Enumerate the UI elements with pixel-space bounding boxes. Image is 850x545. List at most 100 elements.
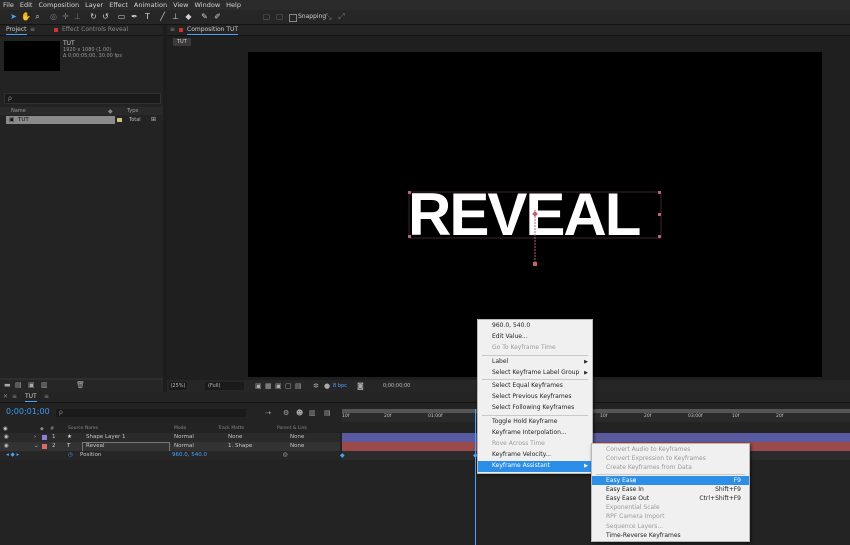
zoom-tool-icon[interactable]: ⌕	[33, 12, 42, 21]
menu-item-edit-value[interactable]: Edit Value...	[478, 332, 592, 343]
comp-breadcrumb[interactable]: TUT	[173, 38, 191, 46]
keyframe-point[interactable]	[533, 262, 537, 266]
panel-menu-icon[interactable]: ≡	[30, 26, 35, 34]
layer-track-matte[interactable]: 1. Shape	[228, 443, 252, 449]
property-value[interactable]: 960.0, 540.0	[172, 452, 207, 458]
undo-tool-icon[interactable]: ↺	[101, 12, 110, 21]
menu-file[interactable]: File	[0, 0, 17, 10]
menu-item-select-equal-keyframes[interactable]: Select Equal Keyframes	[478, 381, 592, 392]
roto-brush-tool-icon[interactable]: ✎	[200, 12, 209, 21]
graph-editor-icon[interactable]: ▤	[324, 409, 331, 417]
bit-depth-label[interactable]: 8 bpc	[333, 382, 347, 390]
type-tool-icon[interactable]: T	[143, 12, 152, 21]
channel-icon[interactable]: ▤	[295, 382, 302, 390]
menu-item-keyframe-velocity[interactable]: Keyframe Velocity...	[478, 450, 592, 461]
project-settings-icon[interactable]: ▥	[41, 381, 48, 389]
camera-tool-icon[interactable]: ◎	[49, 12, 58, 21]
mask-visibility-icon[interactable]: ▣	[275, 382, 282, 390]
flowchart-icon[interactable]: ⊞	[151, 116, 156, 123]
menu-effect[interactable]: Effect	[106, 0, 131, 10]
brush-tool-icon[interactable]: ╱	[158, 12, 167, 21]
eye-icon[interactable]: ◉	[4, 443, 9, 449]
pan-behind-tool-icon[interactable]: ✛	[61, 12, 70, 21]
shy-layers-icon[interactable]: ☻	[296, 409, 303, 417]
time-ruler[interactable]: 10f 20f 01:00f 02:00f 10f 20f 03:00f 10f…	[342, 409, 850, 422]
hand-tool-icon[interactable]: ✋	[21, 12, 31, 21]
menu-layer[interactable]: Layer	[82, 0, 106, 10]
comp-timecode[interactable]: 0;00;00;00	[383, 382, 410, 390]
layer-row[interactable]: ◉ › 1 ★ Shape Layer 1 Normal None None	[0, 433, 340, 442]
menu-composition[interactable]: Composition	[35, 0, 82, 10]
frame-blending-icon[interactable]: ▥	[309, 409, 316, 417]
tab-timeline-tut[interactable]: TUT	[25, 393, 37, 402]
tab-composition[interactable]: Composition TUT	[187, 26, 239, 35]
menu-item-toggle-hold-keyframe[interactable]: Toggle Hold Keyframe	[478, 417, 592, 428]
menu-animation[interactable]: Animation	[131, 0, 170, 10]
project-row-tut[interactable]: ▣ TUT	[6, 116, 115, 124]
label-color-swatch[interactable]	[117, 118, 122, 122]
menu-item-easy-ease[interactable]: Easy Ease F9 ☝	[592, 475, 749, 485]
new-folder-icon[interactable]: ▤	[15, 381, 22, 389]
interpret-footage-icon[interactable]: ▬	[4, 381, 11, 389]
menu-item-select-following-keyframes[interactable]: Select Following Keyframes	[478, 403, 592, 414]
menu-item-keyframe-interpolation[interactable]: Keyframe Interpolation...	[478, 428, 592, 439]
project-search-input[interactable]: ρ	[4, 93, 161, 104]
bbox-handle[interactable]	[408, 191, 411, 194]
rotate-tool-icon[interactable]: ↻	[89, 12, 98, 21]
selection-tool-icon[interactable]: ➤	[9, 12, 18, 21]
bbox-handle[interactable]	[408, 235, 411, 238]
menu-window[interactable]: Window	[192, 0, 224, 10]
timeline-timecode[interactable]: 0;00;01;00	[6, 407, 50, 416]
resolution-dropdown[interactable]: (Full)	[205, 382, 244, 390]
menu-item-select-previous-keyframes[interactable]: Select Previous Keyframes	[478, 392, 592, 403]
eye-icon[interactable]: ◉	[4, 434, 9, 440]
snapping-checkbox[interactable]	[289, 14, 297, 22]
align-icon[interactable]: ▢	[262, 12, 271, 21]
expand-arrow-icon[interactable]: ›	[34, 434, 36, 440]
menu-item-time-reverse-keyframes[interactable]: Time-Reverse Keyframes	[592, 531, 749, 540]
work-area-bar[interactable]	[342, 409, 850, 413]
exposure-icon[interactable]: ✲	[313, 382, 319, 390]
clone-stamp-tool-icon[interactable]: ⊥	[171, 12, 180, 21]
bbox-handle[interactable]	[658, 191, 661, 194]
panel-menu-icon[interactable]: ≡	[170, 26, 175, 34]
grid-icon[interactable]: ▢	[285, 382, 292, 390]
snapshot-camera-icon[interactable]: ◙	[357, 382, 364, 390]
menu-item-easy-ease-in[interactable]: Easy Ease In Shift+F9	[592, 485, 749, 494]
menu-help[interactable]: Help	[223, 0, 244, 10]
layer-label-color[interactable]	[42, 435, 47, 440]
color-icon[interactable]: ●	[324, 382, 330, 390]
tab-effect-controls[interactable]: Effect Controls Reveal	[62, 26, 128, 34]
layer-track-matte[interactable]: None	[228, 434, 242, 440]
menu-edit[interactable]: Edit	[17, 0, 36, 10]
layer-row[interactable]: ◉ ⌄ 2 T Reveal Normal 1. Shape None	[0, 442, 340, 452]
menu-view[interactable]: View	[170, 0, 191, 10]
layer-mode[interactable]: Normal	[174, 434, 194, 440]
zoom-dropdown[interactable]: (25%)	[169, 382, 187, 390]
menu-item-keyframe-assistant[interactable]: Keyframe Assistant ▶	[478, 460, 592, 472]
comp-mini-flowchart-icon[interactable]: ⇢	[265, 409, 271, 417]
expand-arrow-icon[interactable]: ⌄	[34, 443, 39, 449]
layer-mode[interactable]: Normal	[174, 443, 194, 449]
layer-bar[interactable]	[342, 433, 850, 442]
tab-project[interactable]: Project	[6, 26, 27, 35]
rectangle-tool-icon[interactable]: ▭	[117, 12, 126, 21]
delete-icon[interactable]: 🗑	[76, 381, 85, 389]
draft-3d-icon[interactable]: ⚙	[283, 409, 289, 417]
layer-parent[interactable]: None	[290, 443, 304, 449]
snap-options-icon[interactable]: ⤡	[324, 12, 333, 21]
timeline-search-input[interactable]: ρ	[56, 409, 246, 417]
snap-mode-icon[interactable]: ⤢	[337, 12, 346, 21]
menu-item-select-keyframe-label-group[interactable]: Select Keyframe Label Group ▶	[478, 368, 592, 379]
distribute-icon[interactable]: ▢	[275, 12, 284, 21]
menu-item-label[interactable]: Label ▶	[478, 357, 592, 368]
panel-menu-icon[interactable]: ≡	[12, 393, 17, 401]
menu-item-value[interactable]: 960.0, 540.0	[478, 321, 592, 332]
layer-name[interactable]: Reveal	[86, 443, 105, 449]
bbox-handle[interactable]	[658, 235, 661, 238]
transparency-grid-icon[interactable]: ▦	[265, 382, 272, 390]
layer-label-color[interactable]	[42, 444, 47, 449]
close-tab-icon[interactable]: ✕	[3, 393, 8, 401]
panel-menu-icon[interactable]: ≡	[44, 393, 49, 401]
pickwhip-icon[interactable]: ◎	[283, 452, 288, 458]
